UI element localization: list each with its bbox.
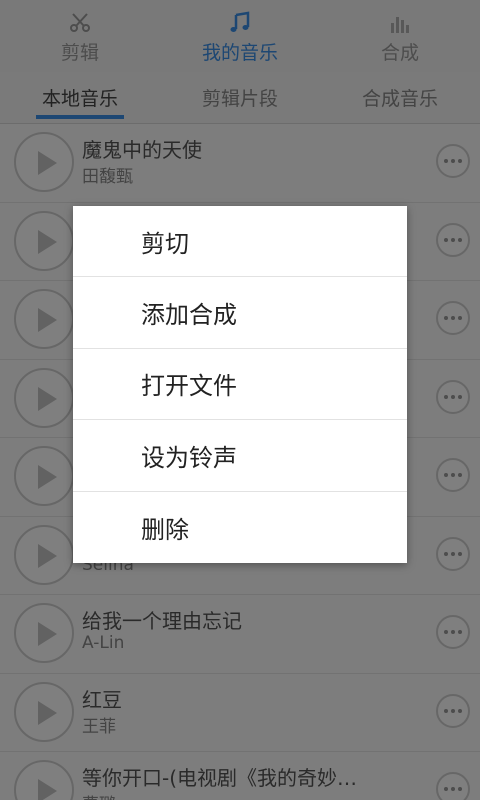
context-menu: 剪切 添加合成 打开文件 设为铃声 删除 — [73, 206, 407, 563]
menu-item-delete[interactable]: 删除 — [73, 492, 407, 563]
menu-item-set-ringtone[interactable]: 设为铃声 — [73, 420, 407, 492]
menu-item-cut[interactable]: 剪切 — [73, 206, 407, 278]
menu-item-open-file[interactable]: 打开文件 — [73, 349, 407, 421]
menu-item-add-to-compose[interactable]: 添加合成 — [73, 277, 407, 349]
